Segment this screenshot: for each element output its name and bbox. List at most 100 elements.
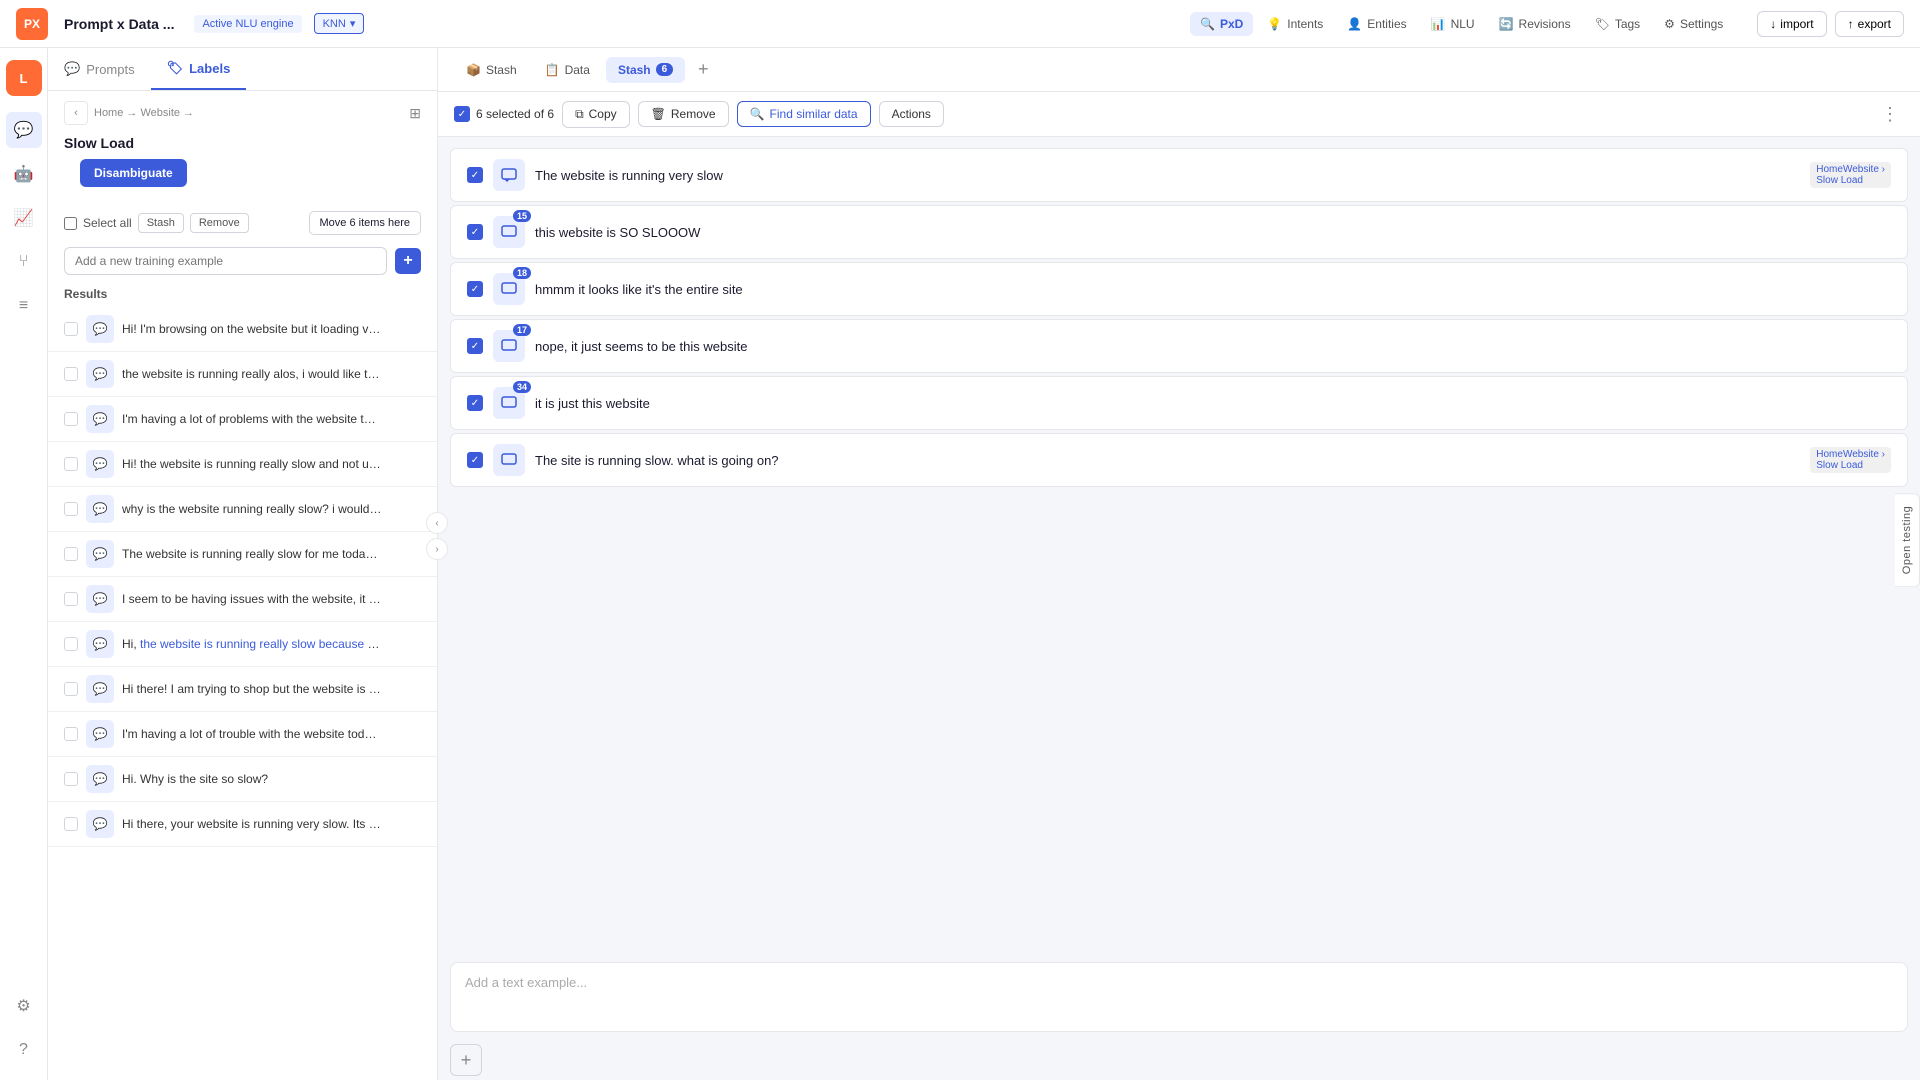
select-bar: Select all Stash Remove Move 6 items her… bbox=[48, 205, 437, 241]
tab-stash[interactable]: 📦 Stash bbox=[454, 57, 529, 83]
main-layout: L 💬 🤖 📈 ⑂ ≡ ⚙ ? 💬 Prompts 🏷 Labels ‹ Hom… bbox=[0, 48, 1920, 1080]
nav-item-tags[interactable]: 🏷 Tags bbox=[1585, 12, 1651, 36]
sidebar-item-list[interactable]: ≡ bbox=[6, 288, 42, 324]
copy-button[interactable]: ⧉ Copy bbox=[562, 101, 630, 128]
result-checkbox[interactable] bbox=[64, 412, 78, 426]
list-item[interactable]: 💬 Hi there! I am trying to shop but the … bbox=[48, 667, 437, 712]
result-checkbox[interactable] bbox=[64, 502, 78, 516]
stash-mini-button[interactable]: Stash bbox=[138, 213, 184, 233]
data-item[interactable]: ✓ 15 this website is SO SLOOOW bbox=[450, 205, 1908, 259]
more-options-button[interactable]: ⋮ bbox=[1876, 100, 1904, 128]
right-tabs: 📦 Stash 📋 Data Stash 6 + bbox=[438, 48, 1920, 92]
sidebar-item-ai[interactable]: 🤖 bbox=[6, 156, 42, 192]
data-item[interactable]: ✓ 34 it is just this website bbox=[450, 376, 1908, 430]
open-testing-tab[interactable]: Open testing bbox=[1895, 493, 1920, 587]
result-checkbox[interactable] bbox=[64, 727, 78, 741]
data-item-icon: 17 bbox=[493, 330, 525, 362]
nav-item-nlu[interactable]: 📊 NLU bbox=[1421, 12, 1485, 36]
nav-item-pxd[interactable]: 🔍 PxD bbox=[1190, 12, 1253, 36]
nav-item-settings[interactable]: ⚙ Settings bbox=[1654, 12, 1733, 36]
add-example-button[interactable]: + bbox=[395, 248, 421, 274]
data-item-checkbox[interactable]: ✓ bbox=[467, 224, 483, 240]
tab-prompts[interactable]: 💬 Prompts bbox=[48, 48, 151, 90]
stash-active-label: Stash bbox=[618, 63, 651, 77]
remove-icon: 🗑 bbox=[651, 107, 666, 121]
data-item[interactable]: ✓ 18 hmmm it looks like it's the entire … bbox=[450, 262, 1908, 316]
result-item-text: Hi! the website is running really slow a… bbox=[122, 457, 382, 471]
remove-button[interactable]: 🗑 Remove bbox=[638, 101, 729, 127]
back-button[interactable]: ‹ bbox=[64, 101, 88, 125]
result-checkbox[interactable] bbox=[64, 547, 78, 561]
text-input-area[interactable]: Add a text example... bbox=[450, 962, 1908, 1032]
results-label: Results bbox=[48, 281, 437, 307]
sidebar-item-chat[interactable]: 💬 bbox=[6, 112, 42, 148]
result-checkbox[interactable] bbox=[64, 682, 78, 696]
filter-icon[interactable]: ⊞ bbox=[409, 105, 421, 122]
nlu-icon: 📊 bbox=[1431, 17, 1446, 31]
data-item[interactable]: ✓ The website is running very slow HomeW… bbox=[450, 148, 1908, 202]
result-item-icon: 💬 bbox=[86, 540, 114, 568]
sidebar-item-graph[interactable]: 📈 bbox=[6, 200, 42, 236]
nav-item-intents[interactable]: 💡 Intents bbox=[1257, 12, 1333, 36]
list-item[interactable]: 💬 Hi! I'm browsing on the website but it… bbox=[48, 307, 437, 352]
result-checkbox[interactable] bbox=[64, 772, 78, 786]
export-button[interactable]: ↑ export bbox=[1835, 11, 1904, 37]
add-row-button[interactable]: + bbox=[450, 1044, 482, 1076]
list-item[interactable]: 💬 the website is running really alos, i … bbox=[48, 352, 437, 397]
tab-stash-active[interactable]: Stash 6 bbox=[606, 57, 685, 83]
result-checkbox[interactable] bbox=[64, 637, 78, 651]
sidebar-item-help[interactable]: ? bbox=[6, 1032, 42, 1068]
import-button[interactable]: ↓ import bbox=[1757, 11, 1826, 37]
find-similar-button[interactable]: 🔍 Find similar data bbox=[737, 101, 871, 127]
add-tab-button[interactable]: + bbox=[689, 56, 717, 84]
data-item-text: The website is running very slow bbox=[535, 168, 1800, 183]
result-checkbox[interactable] bbox=[64, 592, 78, 606]
add-example-input[interactable] bbox=[64, 247, 387, 275]
result-checkbox[interactable] bbox=[64, 367, 78, 381]
list-item[interactable]: 💬 I seem to be having issues with the we… bbox=[48, 577, 437, 622]
collapse-left-button[interactable]: ‹ bbox=[426, 512, 448, 534]
result-checkbox[interactable] bbox=[64, 322, 78, 336]
select-all-checkbox[interactable] bbox=[64, 217, 77, 230]
move-items-button[interactable]: Move 6 items here bbox=[309, 211, 421, 235]
result-item-text: Hi there, your website is running very s… bbox=[122, 817, 382, 831]
tab-labels[interactable]: 🏷 Labels bbox=[151, 48, 247, 90]
list-item[interactable]: 💬 why is the website running really slow… bbox=[48, 487, 437, 532]
result-checkbox[interactable] bbox=[64, 457, 78, 471]
remove-mini-button[interactable]: Remove bbox=[190, 213, 249, 233]
sidebar-item-branch[interactable]: ⑂ bbox=[6, 244, 42, 280]
actions-button[interactable]: Actions bbox=[879, 101, 944, 127]
data-item-text: this website is SO SLOOOW bbox=[535, 225, 1891, 240]
expand-right-button[interactable]: › bbox=[426, 538, 448, 560]
data-item[interactable]: ✓ 17 nope, it just seems to be this webs… bbox=[450, 319, 1908, 373]
disambiguate-button[interactable]: Disambiguate bbox=[80, 159, 187, 187]
tab-data[interactable]: 📋 Data bbox=[533, 57, 602, 83]
list-item[interactable]: 💬 I'm having a lot of problems with the … bbox=[48, 397, 437, 442]
knn-badge[interactable]: KNN ▾ bbox=[314, 13, 365, 34]
nav-item-entities[interactable]: 👤 Entities bbox=[1337, 12, 1416, 36]
nav-items: 🔍 PxD 💡 Intents 👤 Entities 📊 NLU 🔄 Revis… bbox=[1190, 12, 1733, 36]
data-item-checkbox[interactable]: ✓ bbox=[467, 452, 483, 468]
list-item[interactable]: 💬 I'm having a lot of trouble with the w… bbox=[48, 712, 437, 757]
result-list: 💬 Hi! I'm browsing on the website but it… bbox=[48, 307, 437, 1080]
list-item[interactable]: 💬 The website is running really slow for… bbox=[48, 532, 437, 577]
data-item-badge: HomeWebsite ›Slow Load bbox=[1810, 162, 1891, 188]
data-item-checkbox[interactable]: ✓ bbox=[467, 167, 483, 183]
data-item-checkbox[interactable]: ✓ bbox=[467, 395, 483, 411]
data-item-checkbox[interactable]: ✓ bbox=[467, 281, 483, 297]
nav-item-revisions[interactable]: 🔄 Revisions bbox=[1489, 12, 1581, 36]
intents-icon: 💡 bbox=[1267, 17, 1282, 31]
prompts-tab-icon: 💬 bbox=[64, 61, 80, 77]
left-tabs: 💬 Prompts 🏷 Labels bbox=[48, 48, 437, 91]
data-item[interactable]: ✓ The site is running slow. what is goin… bbox=[450, 433, 1908, 487]
data-tab-label: Data bbox=[565, 63, 590, 77]
list-item[interactable]: 💬 Hi! the website is running really slow… bbox=[48, 442, 437, 487]
result-checkbox[interactable] bbox=[64, 817, 78, 831]
sidebar-item-gear[interactable]: ⚙ bbox=[6, 988, 42, 1024]
data-item-checkbox[interactable]: ✓ bbox=[467, 338, 483, 354]
select-all-data-checkbox[interactable]: ✓ bbox=[454, 106, 470, 122]
list-item[interactable]: 💬 Hi. Why is the site so slow? bbox=[48, 757, 437, 802]
result-item-icon: 💬 bbox=[86, 630, 114, 658]
list-item[interactable]: 💬 Hi, the website is running really slow… bbox=[48, 622, 437, 667]
list-item[interactable]: 💬 Hi there, your website is running very… bbox=[48, 802, 437, 847]
